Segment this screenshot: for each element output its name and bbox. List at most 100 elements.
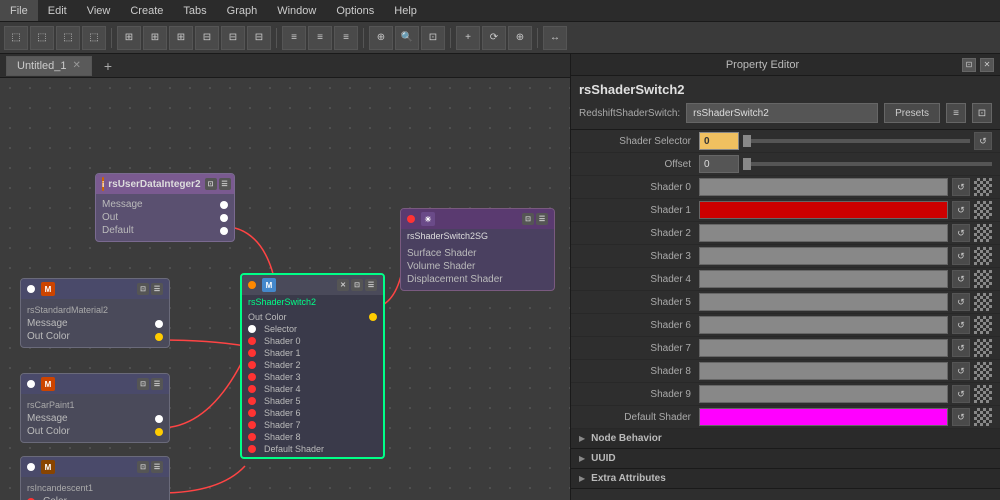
prop-redshift-input[interactable] — [686, 103, 878, 123]
port-in-standard[interactable] — [27, 285, 35, 293]
toolbar-btn-9[interactable]: ⊟ — [221, 26, 245, 50]
node-carpaint1[interactable]: M ⊡ ☰ rsCarPaint1 Message Out Color — [20, 373, 170, 443]
prop-slider-thumb-2[interactable] — [743, 158, 751, 170]
port-out-message[interactable] — [220, 201, 228, 209]
prop-shader-3-btn[interactable]: ↺ — [952, 247, 970, 265]
prop-shader-9-swatch[interactable] — [699, 385, 948, 403]
toolbar-btn-4[interactable]: ⬚ — [82, 26, 106, 50]
toolbar-btn-10[interactable]: ⊟ — [247, 26, 271, 50]
node-shader-switch2[interactable]: M ✕ ⊡ ☰ rsShaderSwitch2 Out Color — [240, 273, 385, 459]
node-ctrl-3a[interactable]: ⊡ — [137, 378, 149, 390]
prop-shader-4-btn[interactable]: ↺ — [952, 270, 970, 288]
prop-shader-selector-input[interactable] — [699, 132, 739, 150]
prop-shader-7-checker[interactable] — [974, 339, 992, 357]
menu-window[interactable]: Window — [267, 0, 326, 21]
toolbar-btn-2[interactable]: ⬚ — [30, 26, 54, 50]
node-ctrl-2a[interactable]: ⊡ — [137, 283, 149, 295]
node-ctrl-2b[interactable]: ☰ — [151, 283, 163, 295]
node-user-data-integer2[interactable]: i rsUserDataInteger2 ⊡ ☰ Message Out — [95, 173, 235, 242]
toolbar-btn-7[interactable]: ⊞ — [169, 26, 193, 50]
port-out-color2[interactable] — [155, 333, 163, 341]
port-in-sh5[interactable] — [248, 397, 256, 405]
port-out-color3[interactable] — [155, 428, 163, 436]
prop-shader-7-swatch[interactable] — [699, 339, 948, 357]
title-ctrl-close[interactable]: ✕ — [980, 58, 994, 72]
tab-add-btn[interactable]: + — [98, 56, 118, 76]
node-canvas[interactable]: i rsUserDataInteger2 ⊡ ☰ Message Out — [0, 78, 570, 500]
prop-shader-1-btn[interactable]: ↺ — [952, 201, 970, 219]
prop-shader-5-swatch[interactable] — [699, 293, 948, 311]
toolbar-btn-17[interactable]: + — [456, 26, 480, 50]
toolbar-btn-6[interactable]: ⊞ — [143, 26, 167, 50]
node-standard-material2[interactable]: M ⊡ ☰ rsStandardMaterial2 Message Out Co… — [20, 278, 170, 348]
port-in-sh4[interactable] — [248, 385, 256, 393]
menu-graph[interactable]: Graph — [217, 0, 268, 21]
toolbar-btn-15[interactable]: 🔍 — [395, 26, 419, 50]
prop-shader-5-btn[interactable]: ↺ — [952, 293, 970, 311]
menu-help[interactable]: Help — [384, 0, 427, 21]
prop-offset-slider[interactable] — [743, 162, 992, 166]
port-out-default[interactable] — [220, 227, 228, 235]
menu-options[interactable]: Options — [326, 0, 384, 21]
prop-shader-0-btn[interactable]: ↺ — [952, 178, 970, 196]
toolbar-btn-12[interactable]: ≡ — [308, 26, 332, 50]
toolbar-btn-5[interactable]: ⊞ — [117, 26, 141, 50]
prop-presets-btn[interactable]: Presets — [884, 103, 940, 123]
toolbar-btn-20[interactable]: ↔ — [543, 26, 567, 50]
menu-file[interactable]: File — [0, 0, 38, 21]
prop-shader-2-checker[interactable] — [974, 224, 992, 242]
prop-shader-5-checker[interactable] — [974, 293, 992, 311]
toolbar-btn-16[interactable]: ⊡ — [421, 26, 445, 50]
port-in-shd[interactable] — [248, 445, 256, 453]
toolbar-btn-11[interactable]: ≡ — [282, 26, 306, 50]
port-in-incandescent[interactable] — [27, 463, 35, 471]
port-in-sh1[interactable] — [248, 349, 256, 357]
prop-shader-9-checker[interactable] — [974, 385, 992, 403]
toolbar-btn-18[interactable]: ⟳ — [482, 26, 506, 50]
prop-slider-thumb-1[interactable] — [743, 135, 751, 147]
port-in-sh6[interactable] — [248, 409, 256, 417]
port-out-color5[interactable] — [369, 313, 377, 321]
prop-shader-6-swatch[interactable] — [699, 316, 948, 334]
prop-shader-2-swatch[interactable] — [699, 224, 948, 242]
title-ctrl-restore[interactable]: ⊡ — [962, 58, 976, 72]
menu-create[interactable]: Create — [120, 0, 173, 21]
tab-untitled[interactable]: Untitled_1 ✕ — [6, 56, 92, 76]
prop-shader-4-swatch[interactable] — [699, 270, 948, 288]
prop-shader-3-checker[interactable] — [974, 247, 992, 265]
menu-tabs[interactable]: Tabs — [173, 0, 216, 21]
prop-shader-6-btn[interactable]: ↺ — [952, 316, 970, 334]
port-in-sg[interactable] — [407, 215, 415, 223]
menu-view[interactable]: View — [77, 0, 121, 21]
port-in-sh7[interactable] — [248, 421, 256, 429]
port-in-sh0[interactable] — [248, 337, 256, 345]
prop-icon-btn-1[interactable]: ≡ — [946, 103, 966, 123]
toolbar-btn-14[interactable]: ⊕ — [369, 26, 393, 50]
prop-default-shader-checker[interactable] — [974, 408, 992, 426]
prop-shader-1-checker[interactable] — [974, 201, 992, 219]
node-ctrl-4b[interactable]: ☰ — [151, 461, 163, 473]
prop-shader-8-swatch[interactable] — [699, 362, 948, 380]
toolbar-btn-1[interactable]: ⬚ — [4, 26, 28, 50]
node-ctrl-b[interactable]: ☰ — [219, 178, 231, 190]
prop-shader-1-swatch[interactable] — [699, 201, 948, 219]
toolbar-btn-8[interactable]: ⊟ — [195, 26, 219, 50]
toolbar-btn-13[interactable]: ≡ — [334, 26, 358, 50]
node-ctrl-5x[interactable]: ✕ — [337, 279, 349, 291]
prop-default-shader-btn[interactable]: ↺ — [952, 408, 970, 426]
node-ctrl-6a[interactable]: ⊡ — [522, 213, 534, 225]
prop-shader-3-swatch[interactable] — [699, 247, 948, 265]
node-ctrl-6b[interactable]: ☰ — [536, 213, 548, 225]
toolbar-btn-19[interactable]: ⊕ — [508, 26, 532, 50]
prop-section-uuid[interactable]: ▶ UUID — [571, 449, 1000, 469]
prop-shader-6-checker[interactable] — [974, 316, 992, 334]
prop-section-extra-attributes[interactable]: ▶ Extra Attributes — [571, 469, 1000, 489]
prop-shader-2-btn[interactable]: ↺ — [952, 224, 970, 242]
tab-close-btn[interactable]: ✕ — [73, 60, 81, 71]
port-out-out[interactable] — [220, 214, 228, 222]
port-out-msg3[interactable] — [155, 415, 163, 423]
menu-edit[interactable]: Edit — [38, 0, 77, 21]
prop-shader-4-checker[interactable] — [974, 270, 992, 288]
prop-shader-8-btn[interactable]: ↺ — [952, 362, 970, 380]
port-out-msg2[interactable] — [155, 320, 163, 328]
